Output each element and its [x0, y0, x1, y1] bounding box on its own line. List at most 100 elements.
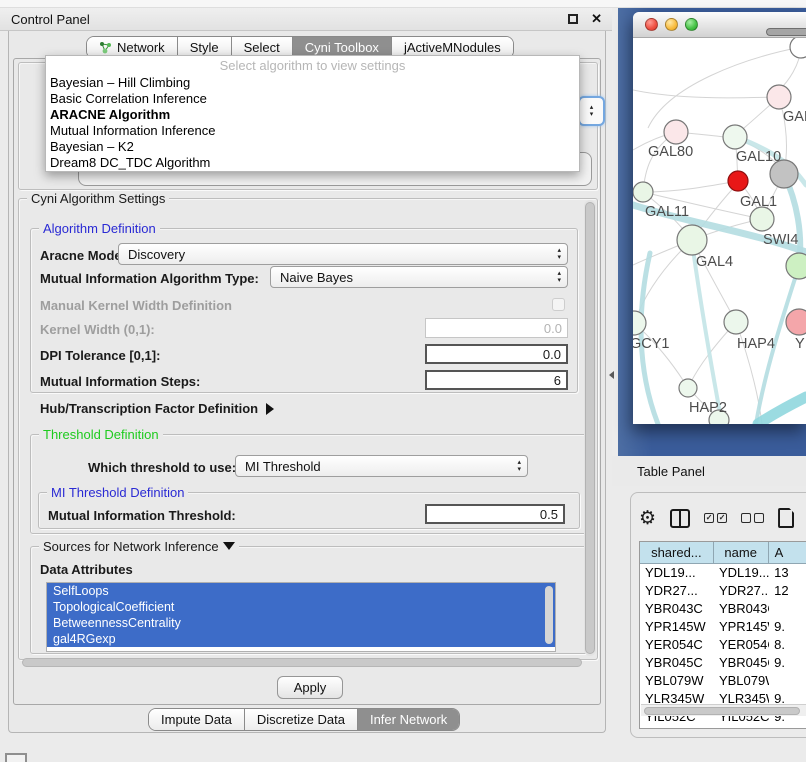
- mi-steps-field[interactable]: 6: [425, 370, 568, 390]
- sources-title[interactable]: Sources for Network Inference: [39, 539, 239, 554]
- network-node[interactable]: [728, 171, 748, 191]
- node-table: shared...nameA YDL19...YDL19...13YDR27..…: [639, 541, 806, 729]
- table-cell: YDL19...: [640, 564, 714, 582]
- column-header[interactable]: name: [714, 542, 769, 563]
- network-edge: [643, 181, 738, 192]
- gear-icon[interactable]: ⚙: [639, 508, 656, 528]
- panel-collapse-icon[interactable]: [609, 371, 614, 379]
- algorithm-option[interactable]: Bayesian – Hill Climbing: [46, 75, 579, 91]
- table-cell: [769, 600, 806, 618]
- combo-arrows-icon: ▴▾: [517, 459, 521, 473]
- mi-steps-label: Mutual Information Steps:: [40, 374, 200, 389]
- threshold-definition-title: Threshold Definition: [39, 427, 163, 442]
- network-node[interactable]: [767, 85, 791, 109]
- algorithm-option[interactable]: Bayesian – K2: [46, 139, 579, 155]
- table-row[interactable]: YER054CYER054C8.: [640, 636, 806, 654]
- data-attributes-list[interactable]: SelfLoopsTopologicalCoefficientBetweenne…: [46, 582, 556, 652]
- settings-horizontal-scrollbar-thumb[interactable]: [22, 658, 582, 667]
- aracne-mode-combo[interactable]: Discovery ▴▾: [118, 243, 568, 265]
- zoom-traffic-light-icon[interactable]: [685, 18, 698, 31]
- network-node[interactable]: [750, 207, 774, 231]
- table-row[interactable]: YDR27...YDR27...12: [640, 582, 806, 600]
- network-node[interactable]: [790, 38, 806, 58]
- tab-label: Select: [244, 40, 280, 55]
- column-header[interactable]: A: [769, 542, 806, 563]
- tab-label: Style: [190, 40, 219, 55]
- table-cell: YBR043C: [640, 600, 714, 618]
- table-cell: YBR045C: [714, 654, 769, 672]
- mi-threshold-field[interactable]: 0.5: [425, 504, 565, 524]
- which-threshold-label: Which threshold to use:: [88, 460, 236, 475]
- kernel-width-field[interactable]: 0.0: [425, 318, 568, 338]
- document-icon[interactable]: [778, 508, 794, 528]
- hub-definition-label: Hub/Transcription Factor Definition: [40, 401, 258, 416]
- minimize-traffic-light-icon[interactable]: [665, 18, 678, 31]
- table-cell: YPR145W: [714, 618, 769, 636]
- which-threshold-combo[interactable]: MI Threshold ▴▾: [235, 455, 528, 477]
- mi-threshold-title: MI Threshold Definition: [47, 485, 188, 500]
- tab-infer-network[interactable]: Infer Network: [358, 709, 459, 730]
- network-toolbar-fragment[interactable]: [766, 28, 806, 36]
- table-row[interactable]: YBR045CYBR045C9.: [640, 654, 806, 672]
- network-node[interactable]: [633, 311, 646, 335]
- collapse-down-icon: [223, 542, 235, 550]
- network-node[interactable]: [723, 125, 747, 149]
- table-cell: 13: [769, 564, 806, 582]
- which-threshold-value: MI Threshold: [245, 459, 321, 474]
- kernel-width-label: Kernel Width (0,1):: [40, 322, 155, 337]
- list-scrollbar-thumb[interactable]: [545, 586, 553, 644]
- checked-box-icon: ✓: [704, 513, 714, 523]
- algorithm-option[interactable]: Basic Correlation Inference: [46, 91, 579, 107]
- table-row[interactable]: YBR043CYBR043C: [640, 600, 806, 618]
- table-row[interactable]: YPR145WYPR145W9.: [640, 618, 806, 636]
- network-canvas[interactable]: GALGAL80GAL10GAL1GAL11SWI4GAL4GCY1HAP4YH…: [633, 38, 806, 424]
- network-node[interactable]: [633, 182, 653, 202]
- table-row[interactable]: YBL079WYBL079W: [640, 672, 806, 690]
- settings-vertical-scrollbar-thumb[interactable]: [585, 202, 595, 654]
- table-cell: YDL19...: [714, 564, 769, 582]
- table-panel: ⚙ ✓ ✓ shared...nameA YDL19...YDL19...13Y…: [630, 492, 806, 738]
- close-traffic-light-icon[interactable]: [645, 18, 658, 31]
- control-panel-title: Control Panel: [11, 12, 90, 27]
- tab-impute-data[interactable]: Impute Data: [149, 709, 245, 730]
- network-node[interactable]: [664, 120, 688, 144]
- network-node[interactable]: [786, 253, 806, 279]
- algorithm-option[interactable]: ARACNE Algorithm: [46, 107, 579, 123]
- tab-discretize-data[interactable]: Discretize Data: [245, 709, 358, 730]
- deselect-all-columns-icon[interactable]: [741, 513, 764, 523]
- algorithm-option[interactable]: Dream8 DC_TDC Algorithm: [46, 155, 579, 171]
- table-cell: YER054C: [714, 636, 769, 654]
- hub-definition-toggle[interactable]: Hub/Transcription Factor Definition: [40, 401, 274, 416]
- attribute-item[interactable]: BetweennessCentrality: [47, 615, 555, 631]
- apply-button[interactable]: Apply: [277, 676, 343, 699]
- mi-type-combo[interactable]: Naive Bayes ▴▾: [270, 266, 568, 288]
- node-label: HAP4: [737, 336, 775, 352]
- attribute-item[interactable]: SelfLoops: [47, 583, 555, 599]
- table-horizontal-scrollbar-thumb[interactable]: [644, 707, 800, 715]
- network-node[interactable]: [679, 379, 697, 397]
- column-header[interactable]: shared...: [640, 542, 714, 563]
- dpi-tolerance-field[interactable]: 0.0: [425, 344, 568, 364]
- network-node[interactable]: [724, 310, 748, 334]
- table-row[interactable]: YDL19...YDL19...13: [640, 564, 806, 582]
- combo-arrows-icon: ▴▾: [557, 247, 561, 261]
- table-horizontal-scrollbar[interactable]: [641, 704, 806, 716]
- close-icon[interactable]: ✕: [591, 11, 602, 27]
- attribute-item[interactable]: gal4RGexp: [47, 631, 555, 647]
- float-window-icon[interactable]: [568, 14, 578, 24]
- attribute-item[interactable]: TopologicalCoefficient: [47, 599, 555, 615]
- network-node[interactable]: [677, 225, 707, 255]
- split-columns-icon[interactable]: [670, 509, 690, 528]
- table-cell: 12: [769, 582, 806, 600]
- manual-kernel-checkbox[interactable]: [552, 298, 565, 311]
- select-all-columns-icon[interactable]: ✓ ✓: [704, 513, 727, 523]
- settings-horizontal-scrollbar[interactable]: [20, 658, 584, 668]
- aracne-mode-label: Aracne Mode:: [40, 248, 126, 263]
- settings-vertical-scrollbar[interactable]: [584, 200, 596, 656]
- bottom-left-chip[interactable]: [5, 753, 27, 762]
- algorithm-combo-fragment[interactable]: ▴▾: [578, 96, 605, 126]
- algorithm-option[interactable]: Mutual Information Inference: [46, 123, 579, 139]
- table-panel-title: Table Panel: [637, 464, 705, 479]
- network-node[interactable]: [786, 309, 806, 335]
- table-cell: 9.: [769, 618, 806, 636]
